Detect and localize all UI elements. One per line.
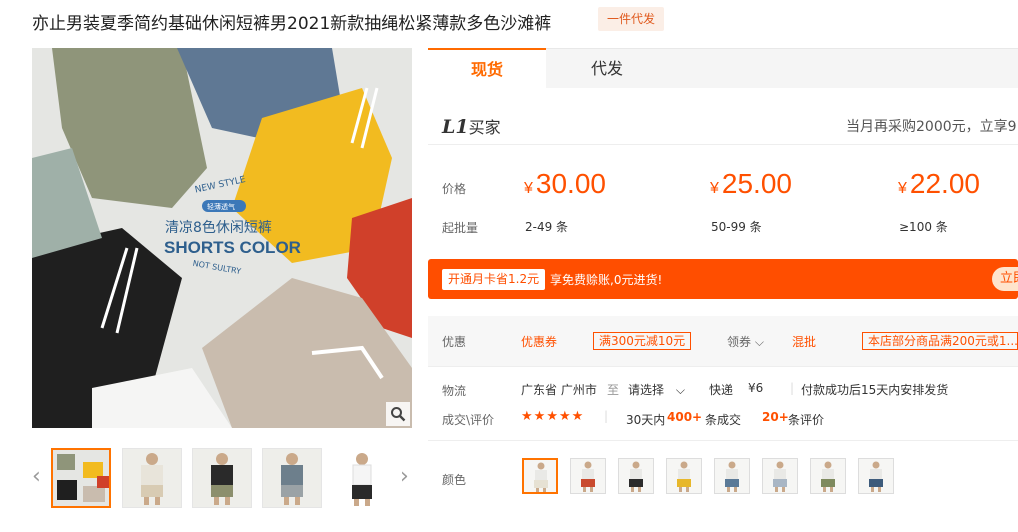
- thumbnail-image: [53, 450, 109, 506]
- chevron-down-icon: ⌵: [675, 383, 685, 397]
- to-word: 至: [607, 383, 620, 397]
- banner-open-button[interactable]: 立即: [992, 267, 1018, 291]
- divider-bar: |: [604, 409, 609, 423]
- deals-count[interactable]: 400+: [667, 410, 702, 424]
- thumbnail-5[interactable]: [332, 448, 392, 508]
- swatch-image: [811, 459, 845, 493]
- image-badge-text: 轻薄透气: [207, 202, 235, 211]
- logistics-label: 物流: [442, 384, 467, 398]
- express-label: 快递: [709, 383, 734, 397]
- currency-symbol: ¥: [524, 180, 533, 197]
- swatch-image: [667, 459, 701, 493]
- qty-range-3: ≥100 条: [899, 220, 948, 234]
- dropship-tag: 一件代发: [598, 7, 665, 31]
- thumbnail-image: [263, 449, 321, 507]
- qty-range-1: 2-49 条: [525, 220, 569, 234]
- swatch-image: [619, 459, 653, 493]
- moq-label: 起批量: [442, 221, 479, 235]
- magnifier-icon: [391, 407, 406, 422]
- zoom-button[interactable]: [386, 402, 410, 426]
- color-swatch[interactable]: [714, 458, 750, 494]
- price-tier-3: ¥22.00: [898, 168, 980, 200]
- price-label: 价格: [442, 182, 467, 196]
- star-icon: ★: [558, 409, 572, 424]
- shipping-fee: ¥6: [748, 381, 764, 395]
- color-label: 颜色: [442, 473, 467, 487]
- swatch-image: [763, 459, 797, 493]
- get-coupon-button[interactable]: 领券 ⌵: [727, 333, 764, 350]
- currency-symbol: ¥: [710, 180, 719, 197]
- image-cn-title: 清凉8色休闲短裤: [165, 219, 272, 236]
- ship-from: 广东省 广州市: [521, 383, 597, 397]
- thumbnail-1[interactable]: [51, 448, 111, 508]
- price-value: 30.00: [535, 168, 606, 199]
- reviews-count[interactable]: 20+: [762, 410, 789, 424]
- color-swatch[interactable]: [858, 458, 894, 494]
- reviews-suffix: 条评价: [788, 413, 825, 427]
- coupon-label: 优惠券: [521, 335, 558, 349]
- thumbnail-3[interactable]: [192, 448, 252, 508]
- image-en-title: SHORTS COLOR: [164, 238, 301, 257]
- qty-range-2: 50-99 条: [711, 220, 762, 234]
- thumbnail-4[interactable]: [262, 448, 322, 508]
- thumbnail-image: [193, 449, 251, 507]
- mixed-batch-tag[interactable]: 本店部分商品满200元或1...: [862, 332, 1018, 350]
- deals-suffix: 条成交: [705, 413, 742, 427]
- price-value: 25.00: [721, 168, 792, 199]
- chevron-down-icon: ⌵: [754, 335, 764, 349]
- discount-label: 优惠: [442, 335, 467, 349]
- buyer-level-suffix: 买家: [468, 118, 501, 137]
- destination-select[interactable]: 请选择 ⌵: [628, 381, 685, 398]
- star-icon: ★: [521, 409, 534, 424]
- swatch-image: [524, 460, 556, 492]
- monthly-card-pill: 开通月卡省1.2元: [442, 269, 546, 290]
- purchase-discount-note[interactable]: 当月再采购2000元，立享9.8折: [846, 116, 1018, 136]
- buyer-level-badge: L1: [442, 116, 469, 138]
- color-swatch[interactable]: [618, 458, 654, 494]
- color-swatch[interactable]: [810, 458, 846, 494]
- swatch-image: [571, 459, 605, 493]
- thumbnail-next-arrow[interactable]: ›: [400, 464, 409, 489]
- price-tier-2: ¥25.00: [710, 168, 792, 200]
- divider: [428, 366, 1018, 367]
- price-value: 22.00: [909, 168, 980, 199]
- mixed-batch-label: 混批: [792, 335, 817, 349]
- tab-dropship[interactable]: 代发: [548, 49, 666, 89]
- swatch-image: [715, 459, 749, 493]
- stock-tabs: 现货 代发: [428, 48, 1018, 89]
- get-coupon-label: 领券: [727, 335, 752, 349]
- thumbnail-2[interactable]: [122, 448, 182, 508]
- main-product-image[interactable]: NEW STYLE 轻薄透气 清凉8色休闲短裤 SHORTS COLOR NOT…: [32, 48, 412, 428]
- product-title: 亦止男装夏季简约基础休闲短裤男2021新款抽绳松紧薄款多色沙滩裤: [32, 14, 552, 34]
- divider: [428, 144, 1018, 145]
- product-photo: NEW STYLE 轻薄透气 清凉8色休闲短裤 SHORTS COLOR NOT…: [32, 48, 412, 428]
- monthly-card-banner[interactable]: 开通月卡省1.2元 享免费赊账,0元进货! 立即: [428, 259, 1018, 299]
- half-star-icon: ★: [571, 409, 585, 424]
- destination-select-label: 请选择: [628, 383, 665, 397]
- shipping-note: 付款成功后15天内安排发货: [801, 383, 949, 397]
- deals-days-label: 30天内: [626, 413, 666, 427]
- star-icon: ★: [546, 409, 559, 424]
- banner-text: 享免费赊账,0元进货!: [550, 273, 663, 287]
- tab-in-stock[interactable]: 现货: [428, 48, 546, 89]
- color-swatch[interactable]: [570, 458, 606, 494]
- buyer-level: L1买家: [442, 114, 501, 138]
- star-rating[interactable]: ★★★★★: [521, 409, 584, 424]
- color-swatch[interactable]: [522, 458, 558, 494]
- swatch-image: [859, 459, 893, 493]
- color-swatch[interactable]: [666, 458, 702, 494]
- currency-symbol: ¥: [898, 180, 907, 197]
- thumbnail-image: [333, 449, 391, 507]
- coupon-tag[interactable]: 满300元减10元: [593, 332, 692, 350]
- thumbnail-prev-arrow[interactable]: ‹: [32, 464, 41, 489]
- divider: [428, 440, 1018, 441]
- star-icon: ★: [533, 409, 547, 424]
- divider-bar: |: [790, 381, 795, 395]
- reviews-label: 成交\评价: [442, 413, 495, 427]
- color-swatch[interactable]: [762, 458, 798, 494]
- thumbnail-image: [123, 449, 181, 507]
- price-tier-1: ¥30.00: [524, 168, 606, 200]
